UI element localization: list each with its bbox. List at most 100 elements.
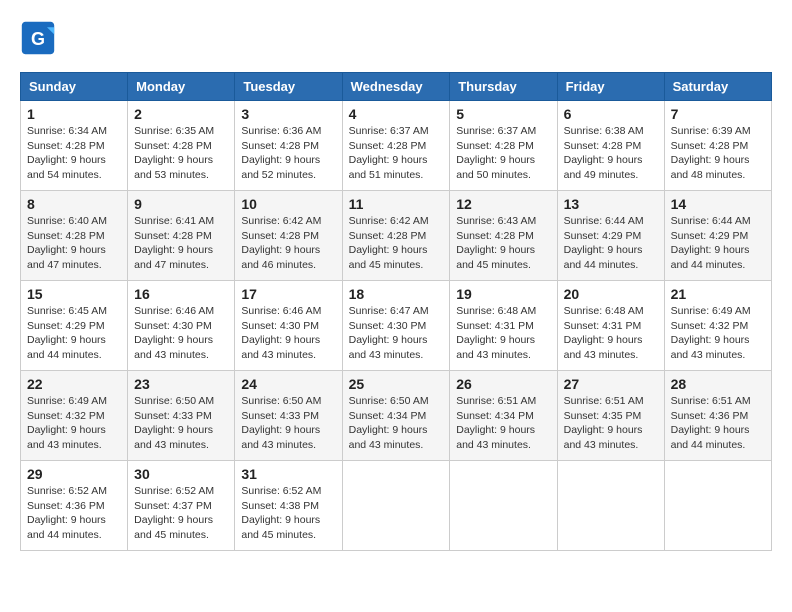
day-info: Sunrise: 6:46 AMSunset: 4:30 PMDaylight:…: [241, 304, 335, 363]
calendar-cell: 24Sunrise: 6:50 AMSunset: 4:33 PMDayligh…: [235, 371, 342, 461]
day-number: 8: [27, 196, 121, 212]
day-number: 25: [349, 376, 444, 392]
calendar-cell: [664, 461, 771, 551]
calendar-cell: 19 Sunrise: 6:48 AMSunset: 4:31 PMDayligh…: [450, 281, 557, 371]
day-info: Sunrise: 6:37 AMSunset: 4:28 PMDaylight:…: [349, 124, 444, 183]
day-number: 10: [241, 196, 335, 212]
day-number: 7: [671, 106, 765, 122]
day-info: Sunrise: 6:34 AMSunset: 4:28 PMDaylight:…: [27, 124, 121, 183]
day-number: 9: [134, 196, 228, 212]
calendar-cell: 3 Sunrise: 6:36 AMSunset: 4:28 PMDaylight…: [235, 101, 342, 191]
day-number: 22: [27, 376, 121, 392]
day-info: Sunrise: 6:51 AMSunset: 4:36 PMDaylight:…: [671, 394, 765, 453]
calendar-cell: [342, 461, 450, 551]
calendar-cell: 29 Sunrise: 6:52 AMSunset: 4:36 PMDayligh…: [21, 461, 128, 551]
calendar: SundayMondayTuesdayWednesdayThursdayFrid…: [20, 72, 772, 551]
day-number: 12: [456, 196, 550, 212]
day-number: 28: [671, 376, 765, 392]
day-number: 6: [564, 106, 658, 122]
day-number: 21: [671, 286, 765, 302]
calendar-week-5: 29 Sunrise: 6:52 AMSunset: 4:36 PMDayligh…: [21, 461, 772, 551]
day-number: 26: [456, 376, 550, 392]
day-info: Sunrise: 6:41 AMSunset: 4:28 PMDaylight:…: [134, 214, 228, 273]
calendar-cell: 11Sunrise: 6:42 AMSunset: 4:28 PMDayligh…: [342, 191, 450, 281]
calendar-cell: [450, 461, 557, 551]
day-number: 14: [671, 196, 765, 212]
day-info: Sunrise: 6:52 AMSunset: 4:38 PMDaylight:…: [241, 484, 335, 543]
calendar-cell: 22 Sunrise: 6:49 AMSunset: 4:32 PMDayligh…: [21, 371, 128, 461]
calendar-cell: 26Sunrise: 6:51 AMSunset: 4:34 PMDayligh…: [450, 371, 557, 461]
header-monday: Monday: [128, 73, 235, 101]
calendar-cell: 17 Sunrise: 6:46 AMSunset: 4:30 PMDayligh…: [235, 281, 342, 371]
day-number: 15: [27, 286, 121, 302]
day-number: 3: [241, 106, 335, 122]
day-info: Sunrise: 6:46 AMSunset: 4:30 PMDaylight:…: [134, 304, 228, 363]
calendar-cell: 20Sunrise: 6:48 AMSunset: 4:31 PMDayligh…: [557, 281, 664, 371]
calendar-week-4: 22 Sunrise: 6:49 AMSunset: 4:32 PMDayligh…: [21, 371, 772, 461]
header-friday: Friday: [557, 73, 664, 101]
day-number: 30: [134, 466, 228, 482]
calendar-cell: 30Sunrise: 6:52 AMSunset: 4:37 PMDayligh…: [128, 461, 235, 551]
page-header: G: [20, 20, 772, 56]
calendar-cell: 28 Sunrise: 6:51 AMSunset: 4:36 PMDayligh…: [664, 371, 771, 461]
day-info: Sunrise: 6:44 AMSunset: 4:29 PMDaylight:…: [671, 214, 765, 273]
calendar-cell: 12 Sunrise: 6:43 AMSunset: 4:28 PMDayligh…: [450, 191, 557, 281]
day-info: Sunrise: 6:42 AMSunset: 4:28 PMDaylight:…: [349, 214, 444, 273]
day-info: Sunrise: 6:45 AMSunset: 4:29 PMDaylight:…: [27, 304, 121, 363]
calendar-cell: [557, 461, 664, 551]
day-number: 17: [241, 286, 335, 302]
day-info: Sunrise: 6:40 AMSunset: 4:28 PMDaylight:…: [27, 214, 121, 273]
header-tuesday: Tuesday: [235, 73, 342, 101]
calendar-week-2: 8 Sunrise: 6:40 AMSunset: 4:28 PMDaylight…: [21, 191, 772, 281]
day-number: 16: [134, 286, 228, 302]
calendar-cell: 18Sunrise: 6:47 AMSunset: 4:30 PMDayligh…: [342, 281, 450, 371]
calendar-header-row: SundayMondayTuesdayWednesdayThursdayFrid…: [21, 73, 772, 101]
day-info: Sunrise: 6:36 AMSunset: 4:28 PMDaylight:…: [241, 124, 335, 183]
day-info: Sunrise: 6:51 AMSunset: 4:35 PMDaylight:…: [564, 394, 658, 453]
day-number: 24: [241, 376, 335, 392]
calendar-cell: 2 Sunrise: 6:35 AMSunset: 4:28 PMDaylight…: [128, 101, 235, 191]
day-number: 2: [134, 106, 228, 122]
day-info: Sunrise: 6:50 AMSunset: 4:34 PMDaylight:…: [349, 394, 444, 453]
calendar-cell: 13Sunrise: 6:44 AMSunset: 4:29 PMDayligh…: [557, 191, 664, 281]
day-info: Sunrise: 6:37 AMSunset: 4:28 PMDaylight:…: [456, 124, 550, 183]
day-number: 29: [27, 466, 121, 482]
calendar-cell: 31 Sunrise: 6:52 AMSunset: 4:38 PMDayligh…: [235, 461, 342, 551]
day-info: Sunrise: 6:48 AMSunset: 4:31 PMDaylight:…: [456, 304, 550, 363]
day-number: 23: [134, 376, 228, 392]
day-number: 27: [564, 376, 658, 392]
day-info: Sunrise: 6:49 AMSunset: 4:32 PMDaylight:…: [671, 304, 765, 363]
calendar-cell: 5 Sunrise: 6:37 AMSunset: 4:28 PMDaylight…: [450, 101, 557, 191]
day-number: 5: [456, 106, 550, 122]
day-info: Sunrise: 6:50 AMSunset: 4:33 PMDaylight:…: [134, 394, 228, 453]
calendar-cell: 27 Sunrise: 6:51 AMSunset: 4:35 PMDayligh…: [557, 371, 664, 461]
header-thursday: Thursday: [450, 73, 557, 101]
day-info: Sunrise: 6:42 AMSunset: 4:28 PMDaylight:…: [241, 214, 335, 273]
calendar-cell: 10 Sunrise: 6:42 AMSunset: 4:28 PMDayligh…: [235, 191, 342, 281]
calendar-cell: 9 Sunrise: 6:41 AMSunset: 4:28 PMDaylight…: [128, 191, 235, 281]
day-info: Sunrise: 6:39 AMSunset: 4:28 PMDaylight:…: [671, 124, 765, 183]
day-info: Sunrise: 6:52 AMSunset: 4:36 PMDaylight:…: [27, 484, 121, 543]
calendar-cell: 8 Sunrise: 6:40 AMSunset: 4:28 PMDaylight…: [21, 191, 128, 281]
day-info: Sunrise: 6:38 AMSunset: 4:28 PMDaylight:…: [564, 124, 658, 183]
calendar-week-3: 15 Sunrise: 6:45 AMSunset: 4:29 PMDayligh…: [21, 281, 772, 371]
calendar-week-1: 1Sunrise: 6:34 AMSunset: 4:28 PMDaylight…: [21, 101, 772, 191]
calendar-cell: 23 Sunrise: 6:50 AMSunset: 4:33 PMDayligh…: [128, 371, 235, 461]
day-info: Sunrise: 6:35 AMSunset: 4:28 PMDaylight:…: [134, 124, 228, 183]
header-wednesday: Wednesday: [342, 73, 450, 101]
day-number: 4: [349, 106, 444, 122]
logo-icon: G: [20, 20, 56, 56]
header-sunday: Sunday: [21, 73, 128, 101]
day-info: Sunrise: 6:48 AMSunset: 4:31 PMDaylight:…: [564, 304, 658, 363]
day-info: Sunrise: 6:49 AMSunset: 4:32 PMDaylight:…: [27, 394, 121, 453]
day-info: Sunrise: 6:44 AMSunset: 4:29 PMDaylight:…: [564, 214, 658, 273]
day-number: 18: [349, 286, 444, 302]
calendar-cell: 15 Sunrise: 6:45 AMSunset: 4:29 PMDayligh…: [21, 281, 128, 371]
logo: G: [20, 20, 60, 56]
day-number: 19: [456, 286, 550, 302]
day-info: Sunrise: 6:43 AMSunset: 4:28 PMDaylight:…: [456, 214, 550, 273]
calendar-cell: 6 Sunrise: 6:38 AMSunset: 4:28 PMDaylight…: [557, 101, 664, 191]
calendar-cell: 1Sunrise: 6:34 AMSunset: 4:28 PMDaylight…: [21, 101, 128, 191]
day-number: 31: [241, 466, 335, 482]
calendar-cell: 4 Sunrise: 6:37 AMSunset: 4:28 PMDaylight…: [342, 101, 450, 191]
